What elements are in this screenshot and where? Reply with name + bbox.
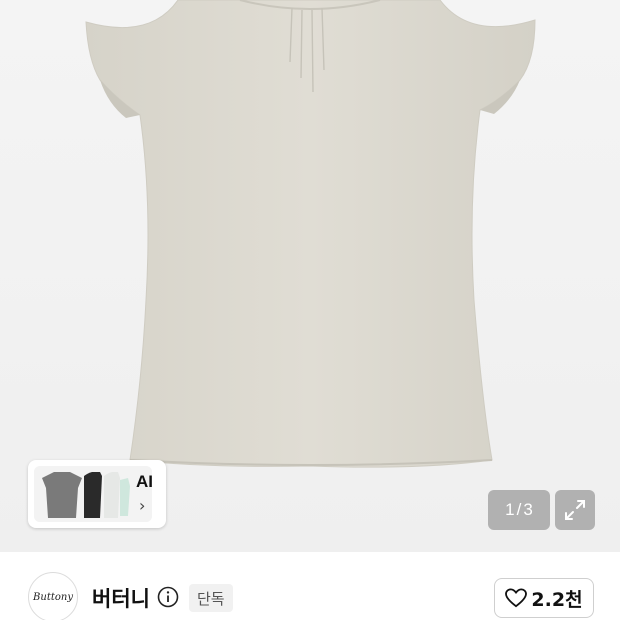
shop-logo[interactable]: Buttony [28, 572, 78, 620]
ai-color-thumbnails [34, 466, 152, 522]
chevron-right-icon[interactable]: › [139, 496, 145, 515]
expand-icon [565, 500, 585, 520]
expand-button[interactable] [555, 490, 595, 530]
pager-total: 3 [523, 500, 533, 519]
shop-logo-text: Buttony [33, 591, 73, 603]
pager-current: 1 [505, 500, 515, 519]
shop-name[interactable]: 버터니 [92, 583, 150, 613]
shirt-thumbnail-icon [34, 466, 152, 522]
like-count: 2.2천 [531, 588, 583, 611]
like-button[interactable]: 2.2천 [494, 578, 594, 618]
image-pager: 1 / 3 [488, 490, 550, 530]
exclusive-badge: 단독 [189, 584, 233, 612]
ai-label[interactable]: AI [136, 472, 153, 492]
ai-recommend-card[interactable] [28, 460, 166, 528]
info-icon[interactable] [157, 586, 179, 608]
pager-separator: / [516, 500, 522, 519]
heart-icon [505, 588, 528, 608]
